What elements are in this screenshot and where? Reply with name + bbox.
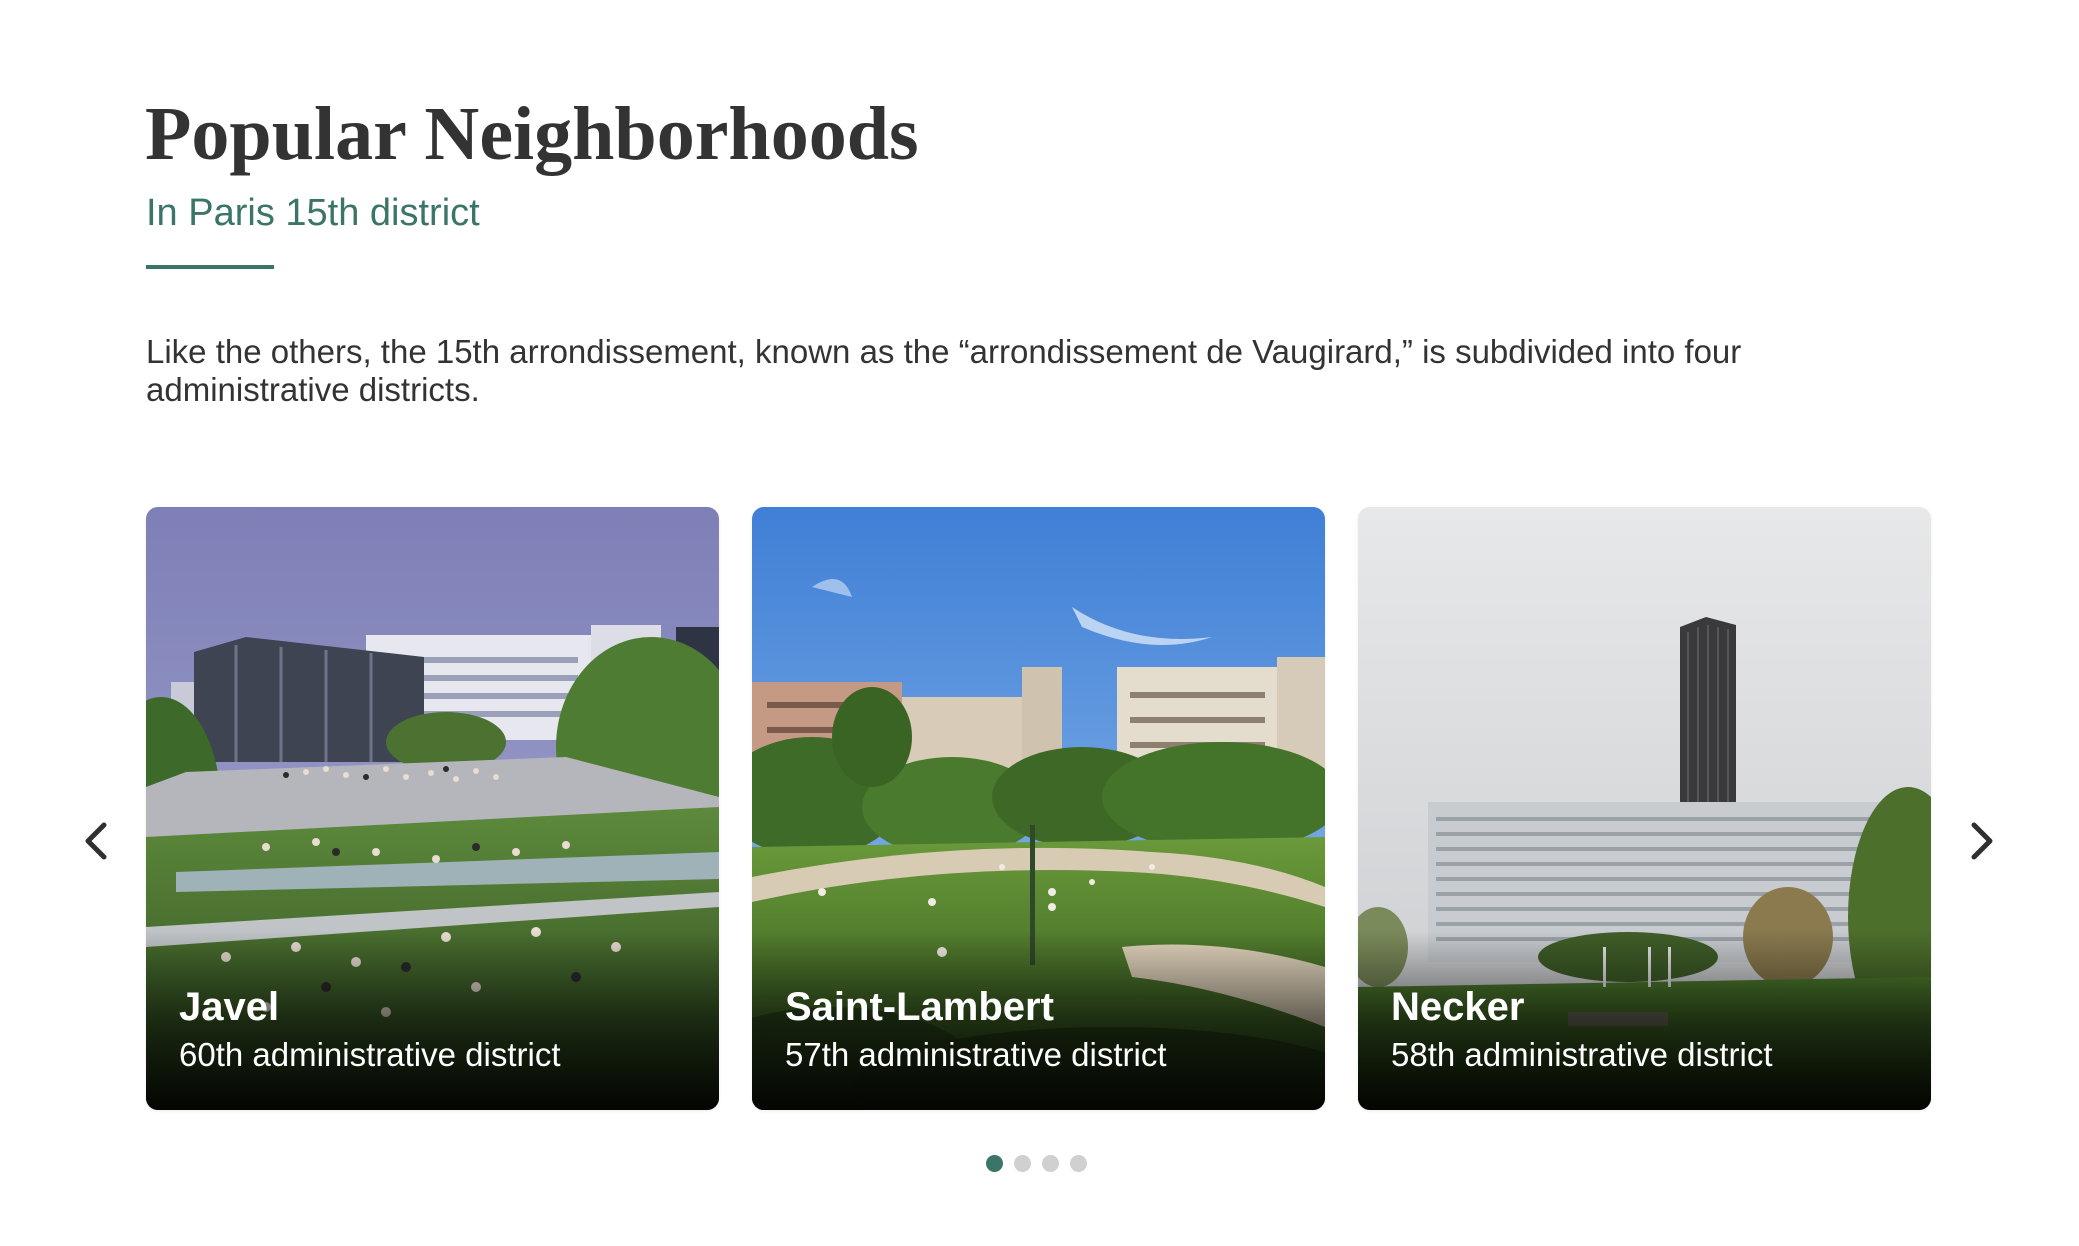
title-underline — [146, 265, 274, 269]
card-title: Javel — [179, 985, 280, 1029]
neighborhood-carousel: Javel 60th administrative district Saint… — [0, 507, 2079, 1110]
carousel-prev-button[interactable] — [76, 814, 116, 868]
neighborhood-card-necker[interactable]: Necker 58th administrative district — [1358, 507, 1931, 1110]
pagination-dot-2[interactable] — [1014, 1155, 1031, 1172]
chevron-right-icon — [1971, 822, 1993, 860]
card-title: Saint-Lambert — [785, 985, 1054, 1029]
card-subtitle: 58th administrative district — [1391, 1036, 1773, 1073]
neighborhood-card-javel[interactable]: Javel 60th administrative district — [146, 507, 719, 1110]
pagination-dot-3[interactable] — [1042, 1155, 1059, 1172]
carousel-next-button[interactable] — [1962, 814, 2002, 868]
card-title: Necker — [1391, 985, 1525, 1029]
neighborhood-card-saint-lambert[interactable]: Saint-Lambert 57th administrative distri… — [752, 507, 1325, 1110]
intro-paragraph: Like the others, the 15th arrondissement… — [146, 333, 1742, 408]
card-subtitle: 60th administrative district — [179, 1036, 561, 1073]
chevron-left-icon — [85, 822, 107, 860]
pagination-dot-1[interactable] — [986, 1155, 1003, 1172]
card-subtitle: 57th administrative district — [785, 1036, 1167, 1073]
carousel-pagination — [986, 1155, 1087, 1172]
section-subtitle: In Paris 15th district — [146, 192, 480, 234]
pagination-dot-4[interactable] — [1070, 1155, 1087, 1172]
section-title: Popular Neighborhoods — [145, 92, 919, 176]
